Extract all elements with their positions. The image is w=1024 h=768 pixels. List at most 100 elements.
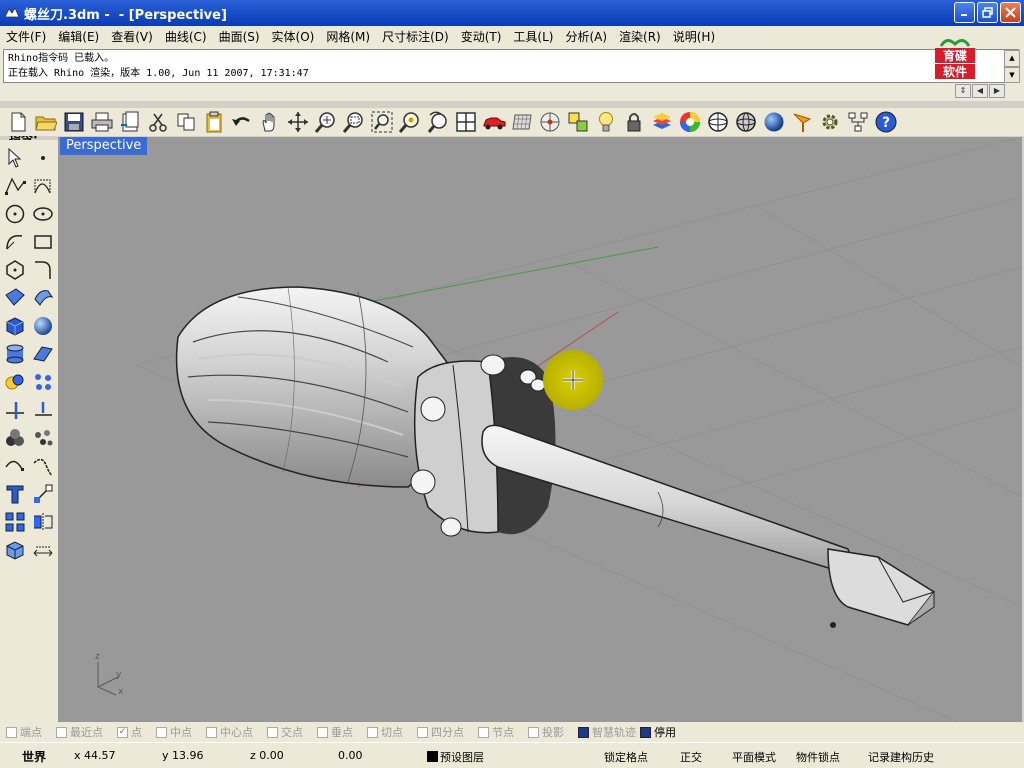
zoom-dynamic-icon[interactable] xyxy=(314,110,338,134)
viewport-scene[interactable]: z y x xyxy=(58,137,1022,722)
menu-mesh[interactable]: 网格(M) xyxy=(320,28,376,45)
osnap-mid[interactable]: 中点 xyxy=(156,724,192,740)
scatter-points-icon[interactable] xyxy=(29,424,57,452)
blend-curve-icon[interactable] xyxy=(29,452,57,480)
boolean-icon[interactable] xyxy=(1,368,29,396)
box-icon[interactable] xyxy=(1,312,29,340)
planar-toggle[interactable]: 平面模式 xyxy=(732,749,776,765)
osnap-quad[interactable]: 四分点 xyxy=(417,724,464,740)
osnap-checkbox[interactable]: ✓ xyxy=(117,726,128,738)
osnap-checkbox[interactable] xyxy=(317,726,328,738)
cplane-world[interactable]: 世界 xyxy=(22,748,46,765)
select-arrow-icon[interactable] xyxy=(1,144,29,172)
shaded-sphere-icon[interactable] xyxy=(762,110,786,134)
scroll-down-icon[interactable]: ▼ xyxy=(1004,66,1020,83)
paste-icon[interactable] xyxy=(202,110,226,134)
osnap-checkbox[interactable] xyxy=(267,726,278,738)
osnap-checkbox[interactable] xyxy=(478,726,489,738)
mirror-icon[interactable] xyxy=(29,508,57,536)
rotate-view-icon[interactable] xyxy=(286,110,310,134)
help-icon[interactable]: ? xyxy=(874,110,898,134)
ghosted-sphere-icon[interactable] xyxy=(734,110,758,134)
point-icon[interactable] xyxy=(29,144,57,172)
color-wheel-icon[interactable] xyxy=(678,110,702,134)
menu-edit[interactable]: 编辑(E) xyxy=(52,28,105,45)
restore-button[interactable] xyxy=(977,2,998,23)
ellipse-icon[interactable] xyxy=(29,200,57,228)
minimize-button[interactable] xyxy=(954,2,975,23)
four-viewports-icon[interactable] xyxy=(454,110,478,134)
undo-icon[interactable] xyxy=(230,110,254,134)
cut-icon[interactable] xyxy=(146,110,170,134)
history-scrollbar[interactable]: ▲ ▼ xyxy=(1004,50,1020,83)
wireframe-sphere-icon[interactable] xyxy=(706,110,730,134)
osnap-knot[interactable]: 节点 xyxy=(478,724,514,740)
zoom-extents-icon[interactable] xyxy=(370,110,394,134)
osnap-icon[interactable] xyxy=(566,110,590,134)
curve-icon[interactable] xyxy=(1,452,29,480)
arc-icon[interactable] xyxy=(1,228,29,256)
save-icon[interactable] xyxy=(62,110,86,134)
pan-hand-icon[interactable] xyxy=(258,110,282,134)
layer-icon[interactable] xyxy=(650,110,674,134)
menu-transform[interactable]: 变动(T) xyxy=(455,28,508,45)
text-icon[interactable] xyxy=(1,480,29,508)
record-history-toggle[interactable]: 记录建构历史 xyxy=(868,749,934,765)
next-icon[interactable]: ▶ xyxy=(989,84,1005,98)
osnap-checkbox[interactable] xyxy=(528,726,539,738)
perspective-viewport[interactable]: z y x Perspective xyxy=(58,137,1022,722)
osnap-disable[interactable]: 停用 xyxy=(640,724,676,740)
fillet-curve-icon[interactable] xyxy=(29,256,57,284)
osnap-tan[interactable]: 切点 xyxy=(367,724,403,740)
zoom-window-icon[interactable] xyxy=(342,110,366,134)
undo-view-icon[interactable] xyxy=(426,110,450,134)
menu-file[interactable]: 文件(F) xyxy=(0,28,52,45)
open-folder-icon[interactable] xyxy=(34,110,58,134)
osnap-checkbox[interactable] xyxy=(367,726,378,738)
ortho-toggle[interactable]: 正交 xyxy=(680,749,702,765)
explode-icon[interactable] xyxy=(29,368,57,396)
cplane-icon[interactable] xyxy=(538,110,562,134)
current-layer[interactable]: 预设图层 xyxy=(427,749,484,765)
surface-icon[interactable] xyxy=(1,284,29,312)
osnap-checkbox[interactable] xyxy=(578,726,589,738)
sphere-icon[interactable] xyxy=(29,312,57,340)
menu-solid[interactable]: 实体(O) xyxy=(266,28,321,45)
scale-icon[interactable] xyxy=(29,480,57,508)
osnap-checkbox[interactable] xyxy=(156,726,167,738)
scroll-up-icon[interactable]: ▲ xyxy=(1004,50,1020,67)
close-button[interactable] xyxy=(1000,2,1021,23)
menu-view[interactable]: 查看(V) xyxy=(105,28,159,45)
menu-analyze[interactable]: 分析(A) xyxy=(559,28,613,45)
osnap-project[interactable]: 投影 xyxy=(528,724,564,740)
rhino-app-icon[interactable] xyxy=(4,6,20,20)
solid-box-icon[interactable] xyxy=(1,536,29,564)
snap-toggle[interactable]: 锁定格点 xyxy=(604,749,648,765)
copy-icon[interactable] xyxy=(174,110,198,134)
osnap-near[interactable]: 最近点 xyxy=(56,724,103,740)
rectangle-icon[interactable] xyxy=(29,228,57,256)
updown-icon[interactable]: ⇕ xyxy=(955,84,971,98)
polyline-icon[interactable] xyxy=(1,172,29,200)
osnap-checkbox[interactable] xyxy=(640,726,651,738)
trim-icon[interactable] xyxy=(1,396,29,424)
osnap-smarttrack[interactable]: 智慧轨迹 xyxy=(578,724,636,740)
menu-help[interactable]: 说明(H) xyxy=(667,28,721,45)
control-point-curve-icon[interactable] xyxy=(29,172,57,200)
menu-render[interactable]: 渲染(R) xyxy=(613,28,667,45)
osnap-perp[interactable]: 垂点 xyxy=(317,724,353,740)
menu-dimension[interactable]: 尺寸标注(D) xyxy=(376,28,455,45)
car-render-icon[interactable] xyxy=(482,110,506,134)
grid-icon[interactable] xyxy=(510,110,534,134)
cylinder-icon[interactable] xyxy=(1,340,29,368)
osnap-checkbox[interactable] xyxy=(206,726,217,738)
menu-tools[interactable]: 工具(L) xyxy=(507,28,559,45)
import-icon[interactable] xyxy=(118,110,142,134)
dimension-line-icon[interactable] xyxy=(29,536,57,564)
options-gear-icon[interactable] xyxy=(818,110,842,134)
lock-icon[interactable] xyxy=(622,110,646,134)
circle-icon[interactable] xyxy=(1,200,29,228)
block-icon[interactable] xyxy=(846,110,870,134)
extend-icon[interactable] xyxy=(29,396,57,424)
osnap-toggle[interactable]: 物件锁点 xyxy=(796,749,840,765)
